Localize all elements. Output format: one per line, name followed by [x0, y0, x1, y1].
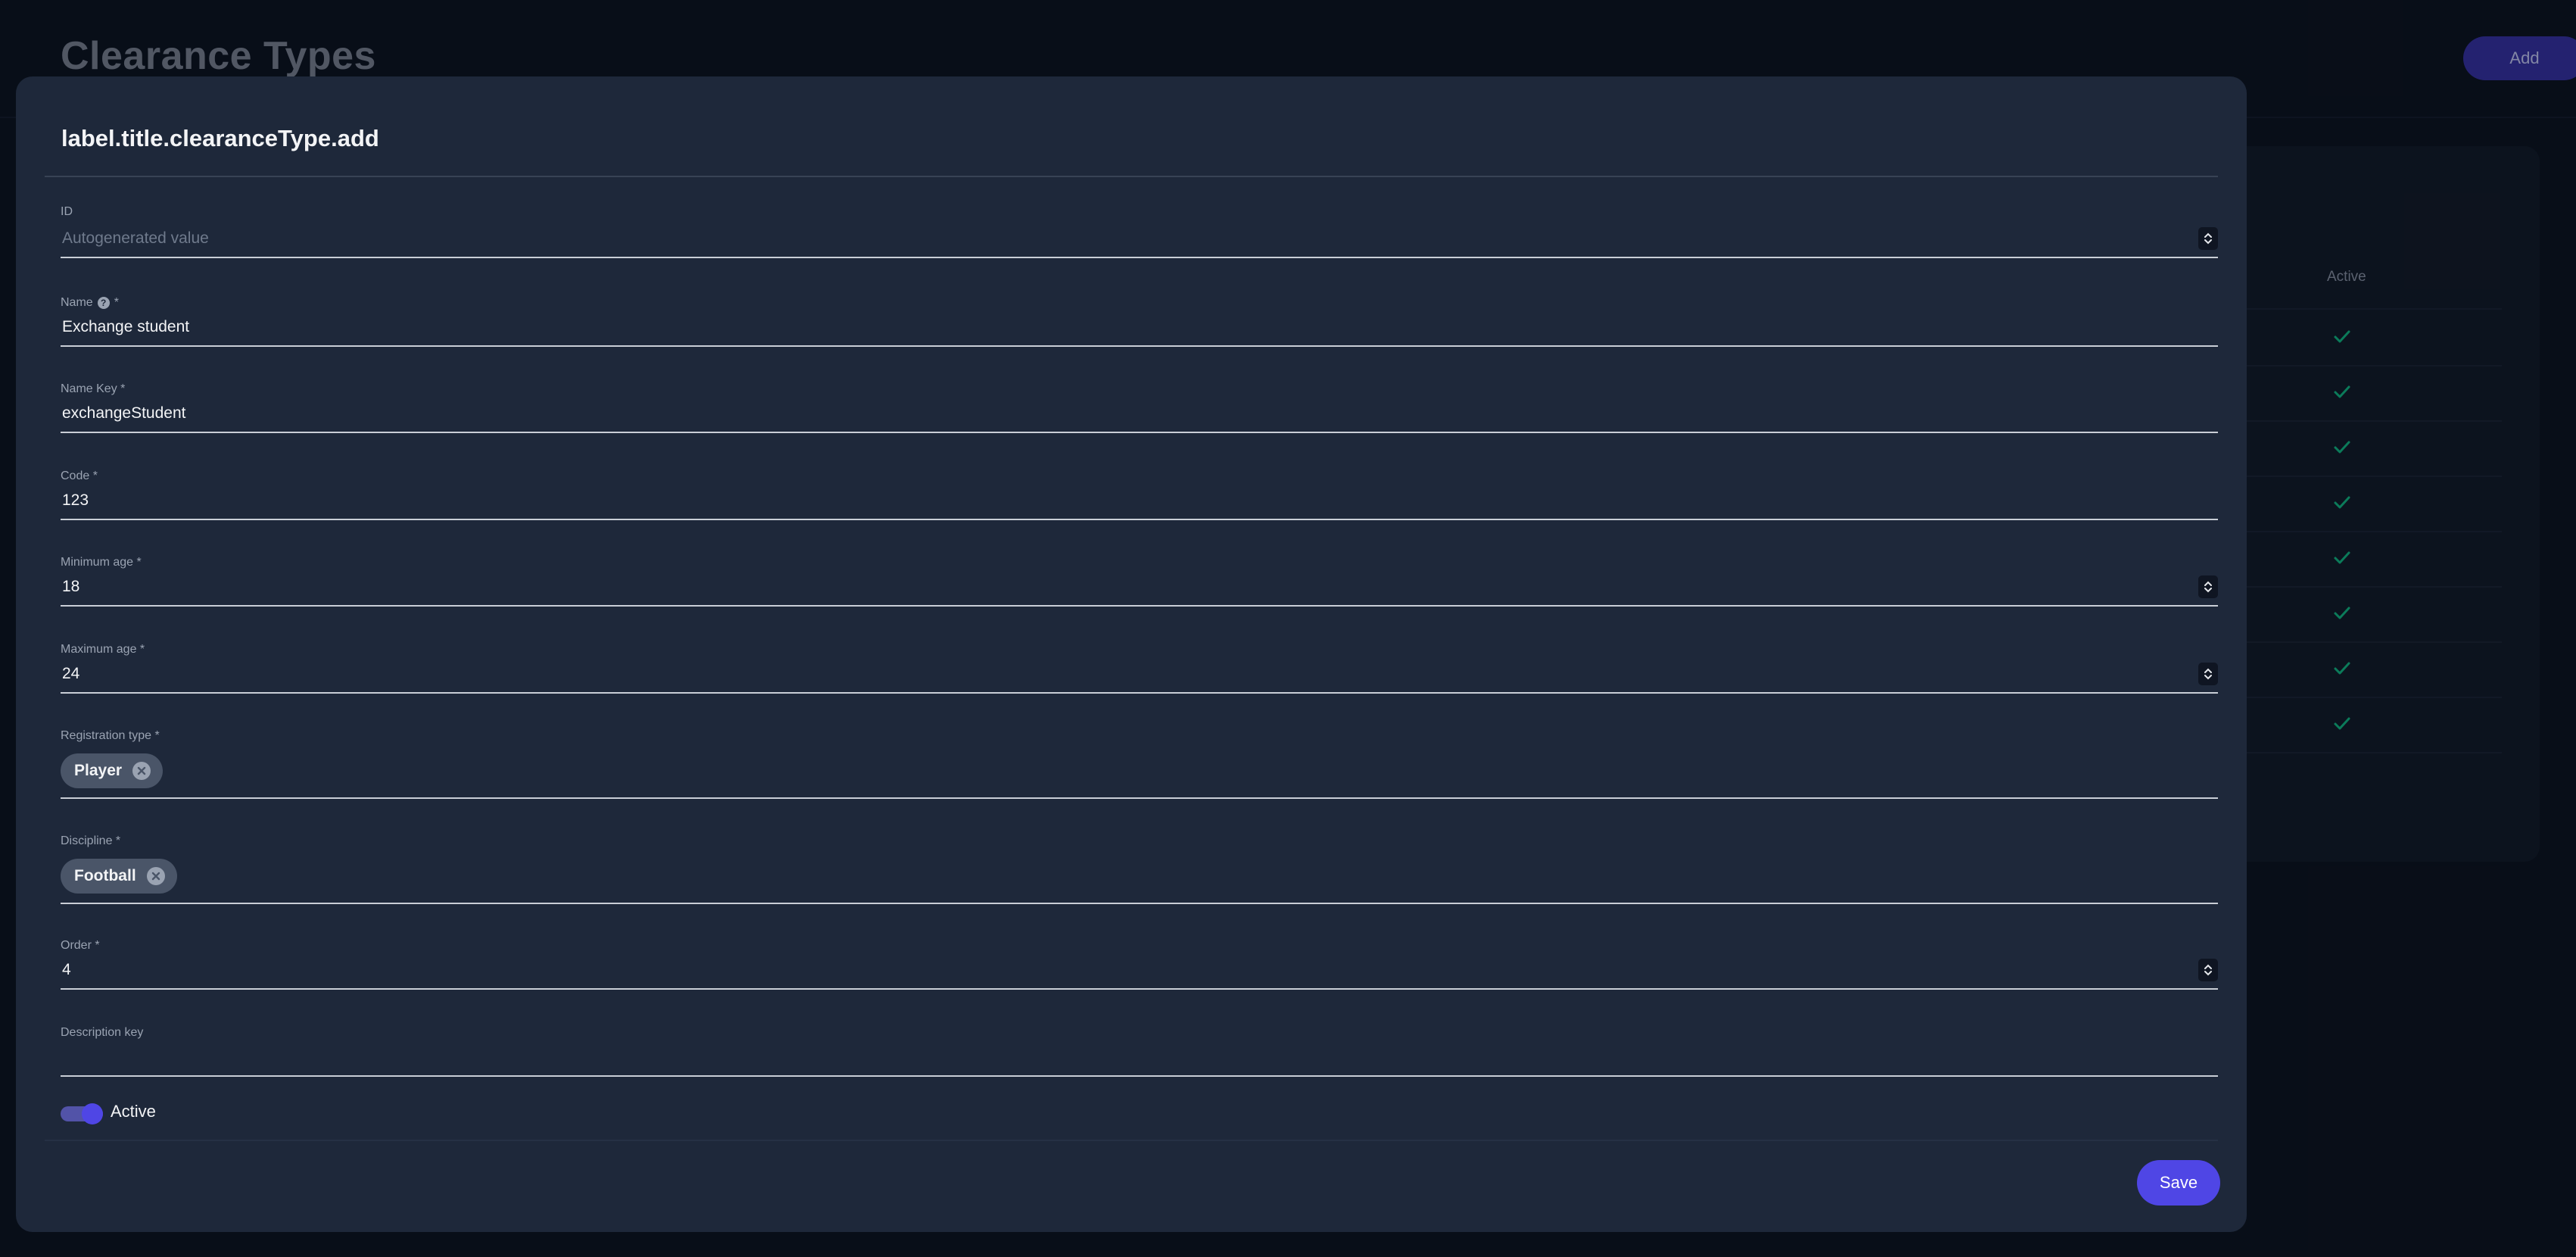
help-circle-icon[interactable]: ?	[97, 297, 110, 309]
close-circle-icon[interactable]	[132, 762, 151, 780]
registration-type-field[interactable]: Registration type * Player	[61, 729, 2218, 801]
toggle-knob	[82, 1103, 103, 1124]
registration-type-label: Registration type *	[61, 729, 160, 742]
add-clearance-type-dialog: label.title.clearanceType.add ID Autogen…	[16, 76, 2247, 1232]
description-key-field[interactable]: Description key	[61, 1026, 2218, 1079]
active-toggle[interactable]	[61, 1103, 103, 1124]
registration-type-chip[interactable]: Player	[61, 753, 164, 788]
name-label-text: Name	[61, 296, 93, 309]
id-field[interactable]: ID Autogenerated value	[61, 205, 2218, 258]
name-key-input[interactable]: exchangeStudent	[62, 404, 185, 423]
name-field[interactable]: Name ? * Exchange student	[61, 296, 2218, 349]
id-underline	[61, 257, 2218, 258]
name-underline	[61, 345, 2218, 347]
discipline-chip[interactable]: Football	[61, 859, 177, 894]
minimum-age-input[interactable]: 18	[62, 578, 79, 596]
order-field[interactable]: Order * 4	[61, 939, 2218, 992]
chip-label: Football	[74, 867, 136, 884]
id-label: ID	[61, 205, 73, 218]
active-toggle-label[interactable]: Active	[111, 1102, 156, 1121]
minimum-age-label: Minimum age *	[61, 556, 142, 569]
minimum-age-field[interactable]: Minimum age * 18	[61, 556, 2218, 609]
code-field[interactable]: Code * 123	[61, 469, 2218, 522]
close-circle-icon[interactable]	[146, 867, 165, 885]
maximum-age-underline	[61, 692, 2218, 694]
code-input[interactable]: 123	[62, 491, 89, 510]
required-marker: *	[114, 296, 119, 309]
code-underline	[61, 519, 2218, 520]
discipline-field[interactable]: Discipline * Football	[61, 834, 2218, 906]
description-key-underline	[61, 1075, 2218, 1077]
id-input-placeholder[interactable]: Autogenerated value	[62, 229, 209, 248]
dialog-title: label.title.clearanceType.add	[61, 125, 379, 151]
chip-label: Player	[74, 762, 123, 779]
name-key-field[interactable]: Name Key * exchangeStudent	[61, 382, 2218, 435]
minimum-age-stepper-icon[interactable]	[2198, 575, 2218, 598]
order-underline	[61, 988, 2218, 990]
code-label: Code *	[61, 469, 98, 482]
order-stepper-icon[interactable]	[2198, 959, 2218, 981]
name-key-label: Name Key *	[61, 382, 126, 395]
maximum-age-input[interactable]: 24	[62, 665, 79, 683]
description-key-label: Description key	[61, 1026, 144, 1039]
dialog-header-divider	[45, 176, 2218, 177]
order-input[interactable]: 4	[62, 961, 71, 979]
name-label: Name ? *	[61, 296, 119, 310]
maximum-age-field[interactable]: Maximum age * 24	[61, 643, 2218, 696]
discipline-label: Discipline *	[61, 834, 121, 847]
save-button[interactable]: Save	[2137, 1160, 2220, 1206]
registration-type-underline	[61, 797, 2218, 799]
name-key-underline	[61, 432, 2218, 433]
id-stepper-icon[interactable]	[2198, 227, 2218, 250]
maximum-age-label: Maximum age *	[61, 643, 145, 656]
dialog-footer-divider	[45, 1140, 2218, 1141]
discipline-underline	[61, 903, 2218, 904]
maximum-age-stepper-icon[interactable]	[2198, 663, 2218, 685]
minimum-age-underline	[61, 605, 2218, 607]
order-label: Order *	[61, 939, 100, 952]
name-input[interactable]: Exchange student	[62, 318, 189, 336]
